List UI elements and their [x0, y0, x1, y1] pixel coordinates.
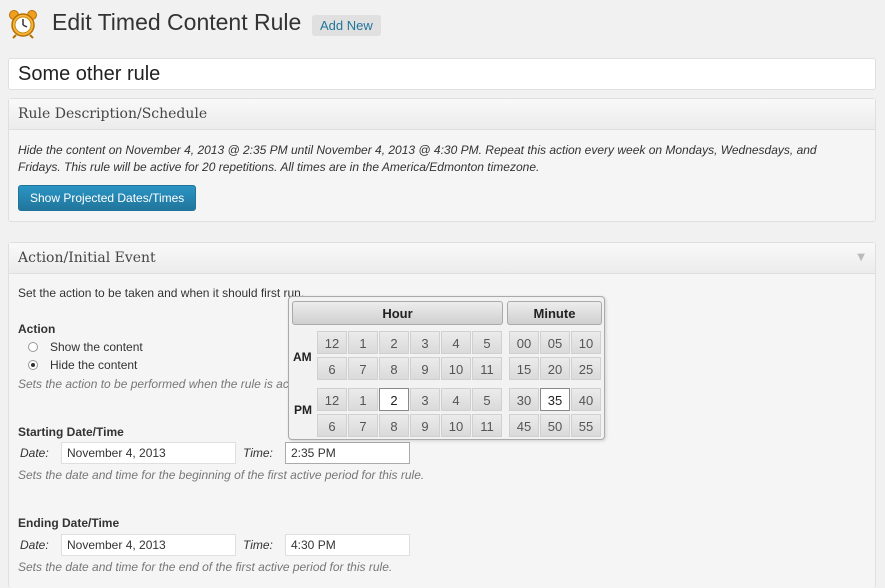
hour-cell[interactable]: 3: [410, 331, 440, 354]
show-content-label[interactable]: Show the content: [50, 340, 143, 354]
end-date-label: Date:: [20, 538, 49, 552]
start-date-label: Date:: [20, 446, 49, 460]
hour-cell[interactable]: 8: [379, 414, 409, 437]
rule-description-text: Hide the content on November 4, 2013 @ 2…: [18, 142, 848, 176]
end-hint: Sets the date and time for the end of th…: [18, 560, 393, 574]
hour-cell[interactable]: 10: [441, 414, 471, 437]
hour-cell[interactable]: 4: [441, 388, 471, 411]
start-time-label: Time:: [243, 446, 273, 460]
rule-title-input[interactable]: Some other rule: [8, 58, 876, 90]
start-time-input[interactable]: 2:35 PM: [285, 442, 410, 464]
end-time-input[interactable]: 4:30 PM: [285, 534, 410, 556]
show-projected-dates-button[interactable]: Show Projected Dates/Times: [18, 185, 197, 211]
radio-selected-dot: [31, 363, 35, 367]
rule-description-line: Hide the content on November 4, 2013 @ 2…: [18, 143, 817, 157]
minute-cell[interactable]: 40: [571, 388, 601, 411]
start-hint: Sets the date and time for the beginning…: [18, 468, 425, 482]
hour-cell[interactable]: 1: [348, 388, 378, 411]
minute-cell[interactable]: 30: [509, 388, 539, 411]
start-date-input[interactable]: November 4, 2013: [61, 442, 236, 464]
minute-cell[interactable]: 00: [509, 331, 539, 354]
alarm-clock-icon: [9, 10, 37, 39]
hour-cell[interactable]: 2: [379, 331, 409, 354]
hour-cell[interactable]: 11: [472, 414, 502, 437]
minute-cell[interactable]: 10: [571, 331, 601, 354]
hour-cell[interactable]: 2: [379, 388, 409, 411]
action-heading-label: Action/Initial Event: [18, 250, 156, 266]
minute-cell[interactable]: 50: [540, 414, 570, 437]
minute-cell[interactable]: 45: [509, 414, 539, 437]
collapse-arrow-icon[interactable]: ▼: [857, 243, 865, 273]
add-new-button[interactable]: Add New: [312, 15, 381, 36]
minute-cell[interactable]: 55: [571, 414, 601, 437]
hour-cell[interactable]: 3: [410, 388, 440, 411]
hour-cell[interactable]: 6: [317, 414, 347, 437]
time-picker-popup: Hour Minute AM PM 12 1 2 3 4 5 6 7 8 9 10 11 12 1 2 3 4 5…: [288, 296, 605, 440]
action-label: Action: [18, 322, 56, 336]
hour-cell[interactable]: 8: [379, 357, 409, 380]
hour-cell[interactable]: 11: [472, 357, 502, 380]
hide-content-radio[interactable]: [28, 360, 38, 370]
minute-cell[interactable]: 35: [540, 388, 570, 411]
am-label: AM: [293, 350, 312, 364]
hour-cell[interactable]: 12: [317, 331, 347, 354]
hour-cell[interactable]: 1: [348, 331, 378, 354]
hour-header: Hour: [292, 301, 503, 325]
minute-cell[interactable]: 05: [540, 331, 570, 354]
rule-description-line: Fridays. This rule will be active for 20…: [18, 160, 540, 174]
action-hint: Sets the action to be performed when the…: [18, 377, 311, 391]
rule-description-heading[interactable]: Rule Description/Schedule: [9, 99, 875, 130]
hour-cell[interactable]: 9: [410, 357, 440, 380]
end-time-label: Time:: [243, 538, 273, 552]
hour-cell[interactable]: 4: [441, 331, 471, 354]
hour-cell[interactable]: 12: [317, 388, 347, 411]
minute-cell[interactable]: 15: [509, 357, 539, 380]
action-intro-text: Set the action to be taken and when it s…: [18, 286, 305, 300]
pm-label: PM: [294, 403, 312, 417]
hour-cell[interactable]: 7: [348, 414, 378, 437]
minute-cell[interactable]: 20: [540, 357, 570, 380]
minute-header: Minute: [507, 301, 602, 325]
ending-datetime-label: Ending Date/Time: [18, 516, 120, 530]
hour-cell[interactable]: 9: [410, 414, 440, 437]
hour-cell[interactable]: 5: [472, 388, 502, 411]
page-title: Edit Timed Content Rule: [52, 9, 302, 35]
show-content-radio[interactable]: [28, 342, 38, 352]
starting-datetime-label: Starting Date/Time: [18, 425, 124, 439]
hour-cell[interactable]: 6: [317, 357, 347, 380]
end-date-input[interactable]: November 4, 2013: [61, 534, 236, 556]
hour-cell[interactable]: 10: [441, 357, 471, 380]
minute-cell[interactable]: 25: [571, 357, 601, 380]
hide-content-label[interactable]: Hide the content: [50, 358, 137, 372]
hour-cell[interactable]: 7: [348, 357, 378, 380]
action-initial-event-heading[interactable]: Action/Initial Event ▼: [9, 243, 875, 274]
hour-cell[interactable]: 5: [472, 331, 502, 354]
